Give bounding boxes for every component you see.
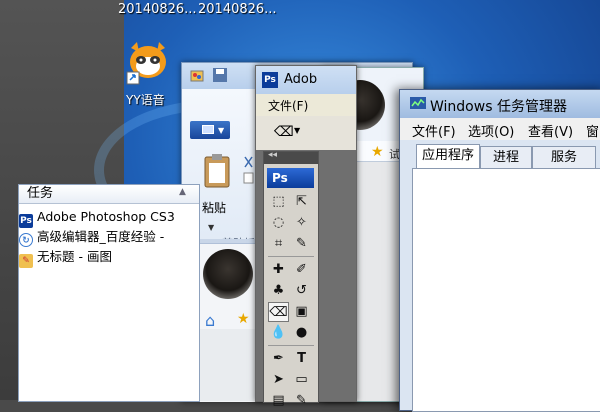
clone-stamp-icon[interactable]: ♣: [268, 281, 289, 301]
clipboard-paste-icon[interactable]: [202, 153, 234, 189]
blur-tool-icon[interactable]: 💧: [268, 323, 289, 343]
task-manager-window[interactable]: Windows 任务管理器 文件(F) 选项(O) 查看(V) 窗 应用程序 进…: [399, 89, 600, 412]
marquee-tool-icon[interactable]: ⬚: [268, 192, 289, 212]
task-manager-title: Windows 任务管理器: [430, 99, 567, 115]
photoshop-app-icon: Ps: [262, 72, 278, 88]
list-item[interactable]: ↻ 高级编辑器_百度经验 -: [19, 227, 164, 247]
menu-options[interactable]: 选项(O): [468, 121, 514, 140]
photoshop-menubar: 文件(F): [256, 94, 356, 117]
home-icon[interactable]: ⌂: [205, 311, 215, 330]
path-selection-icon[interactable]: ➤: [268, 370, 289, 390]
eyedropper-icon[interactable]: ✎: [291, 391, 312, 411]
task-name: Adobe Photoshop CS3: [37, 209, 175, 224]
list-item[interactable]: ✎ 无标题 - 画图: [19, 247, 112, 268]
task-manager-menubar: 文件(F) 选项(O) 查看(V) 窗: [400, 118, 600, 140]
notes-tool-icon[interactable]: ▤: [268, 391, 289, 411]
healing-brush-icon[interactable]: ✚: [268, 260, 289, 280]
photoshop-title: Adob: [284, 72, 318, 87]
photoshop-titlebar[interactable]: Ps Adob: [256, 66, 356, 94]
photoshop-window[interactable]: Ps Adob 文件(F) ⌫ ▼ ◂◂ Ps ⬚ ⇱ ◌ ✧ ⌗ ✎ ✚ ✐ …: [255, 65, 357, 408]
yy-desktop-label[interactable]: YY语音: [126, 91, 165, 108]
paint-icon: ✎: [19, 254, 33, 268]
photoshop-logo[interactable]: Ps: [267, 168, 314, 188]
tab-services[interactable]: 服务: [532, 146, 596, 168]
task-manager-tabs: 应用程序 进程 服务: [412, 144, 600, 168]
task-name: 高级编辑器_百度经验 -: [37, 229, 165, 244]
cut-copy-icons[interactable]: [242, 155, 256, 185]
pen-tool-icon[interactable]: ✒: [268, 349, 289, 369]
menu-window[interactable]: 窗: [586, 121, 599, 140]
menu-view[interactable]: 查看(V): [528, 121, 573, 140]
task-manager-tab-panel: [412, 168, 600, 412]
sort-arrow-icon: ▲: [179, 187, 186, 197]
eraser-tool-icon[interactable]: ⌫: [268, 302, 289, 322]
browser-icon: ↻: [19, 233, 33, 247]
magic-wand-icon[interactable]: ✧: [291, 213, 312, 233]
brush-tool-icon[interactable]: ✐: [291, 260, 312, 280]
desktop-file-label-1[interactable]: 20140826...: [118, 2, 197, 17]
list-item[interactable]: Ps Adobe Photoshop CS3: [19, 207, 175, 228]
task-column-header[interactable]: 任务 ▲: [19, 185, 199, 204]
task-column-label: 任务: [27, 186, 54, 201]
paste-label[interactable]: 粘贴: [202, 199, 226, 216]
eyedropper-icon[interactable]: ✎: [291, 234, 312, 254]
history-brush-icon[interactable]: ↺: [291, 281, 312, 301]
task-manager-titlebar[interactable]: Windows 任务管理器: [400, 90, 600, 118]
crop-tool-icon[interactable]: ⌗: [268, 234, 289, 254]
tool-divider: [268, 345, 314, 346]
menu-file[interactable]: 文件(F): [412, 121, 456, 140]
paint-app-icon: [190, 68, 206, 84]
tab-applications[interactable]: 应用程序: [416, 144, 480, 168]
chevron-down-icon[interactable]: ▼: [294, 126, 300, 135]
star-icon[interactable]: ★: [371, 144, 384, 160]
menu-file[interactable]: 文件(F): [268, 97, 308, 114]
task-name: 无标题 - 画图: [37, 249, 112, 264]
desktop-file-label-2[interactable]: 20140826...: [198, 2, 277, 17]
save-icon[interactable]: [212, 67, 228, 83]
gradient-tool-icon[interactable]: ▣: [291, 302, 312, 322]
paint-menu-button[interactable]: ▼: [190, 121, 230, 139]
photoshop-toolbox: ◂◂ Ps ⬚ ⇱ ◌ ✧ ⌗ ✎ ✚ ✐ ♣ ↺ ⌫ ▣ 💧 ● ✒ T ➤ …: [263, 150, 319, 408]
star-icon[interactable]: ★: [237, 311, 250, 327]
dodge-tool-icon[interactable]: ●: [291, 323, 312, 343]
task-manager-icon: [410, 97, 426, 111]
photoshop-icon: Ps: [19, 214, 33, 228]
type-tool-icon[interactable]: T: [291, 349, 312, 369]
photoshop-options-bar: ⌫ ▼: [256, 116, 356, 151]
yy-raccoon-icon[interactable]: [125, 40, 171, 86]
tool-divider: [268, 256, 314, 257]
move-tool-icon[interactable]: ⇱: [291, 192, 312, 212]
eraser-icon[interactable]: ⌫: [274, 124, 294, 140]
lasso-tool-icon[interactable]: ◌: [268, 213, 289, 233]
avatar: [203, 249, 253, 299]
chevron-down-icon[interactable]: ▼: [208, 223, 214, 232]
toolbox-header[interactable]: ◂◂: [264, 150, 318, 164]
tab-processes[interactable]: 进程: [480, 146, 532, 168]
task-list[interactable]: 任务 ▲ Ps Adobe Photoshop CS3 ↻ 高级编辑器_百度经验 -…: [18, 184, 200, 402]
rectangle-tool-icon[interactable]: ▭: [291, 370, 312, 390]
